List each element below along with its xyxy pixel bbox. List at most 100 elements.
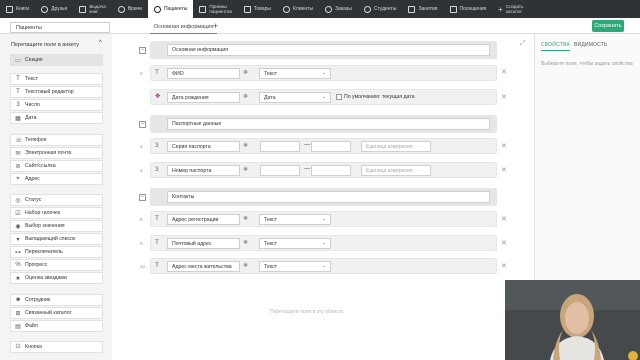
section-name-input[interactable]: Контакты xyxy=(167,191,490,203)
field-name-input[interactable]: ФИО xyxy=(167,68,240,79)
delete-icon[interactable]: ✕ xyxy=(501,68,507,76)
delete-icon[interactable]: ✕ xyxy=(501,93,507,101)
field-type-select[interactable]: Текст ⌄ xyxy=(259,238,331,249)
palette-item-email[interactable]: ✉ Электронная почта xyxy=(10,147,103,159)
field-name-input[interactable]: Серия паспорта xyxy=(167,141,240,152)
palette-item-label: Файл xyxy=(25,323,38,329)
nav-clients[interactable]: Клиенты xyxy=(277,0,319,18)
field-name-input[interactable]: Дата рождения xyxy=(167,92,240,103)
delete-icon[interactable]: ✕ xyxy=(501,262,507,270)
min-value-input[interactable] xyxy=(260,141,300,152)
palette-item-toggle[interactable]: ⊶ Переключатель xyxy=(10,246,103,258)
min-value-input[interactable] xyxy=(260,165,300,176)
nav-create-catalog[interactable]: + Создать каталог xyxy=(492,0,529,18)
nav-handout[interactable]: Выдача книг xyxy=(73,0,111,18)
field-type-select[interactable]: Текст ⌄ xyxy=(259,68,331,79)
palette-item-dropdown[interactable]: ▾ Выпадающий список xyxy=(10,233,103,245)
palette-item-link[interactable]: ⊘ Сайт/ссылка xyxy=(10,160,103,172)
palette-item-phone[interactable]: ☏ Телефон xyxy=(10,134,103,146)
section-name-input[interactable]: Паспортные данные xyxy=(167,118,490,130)
field-type-value: Текст xyxy=(264,264,278,270)
visits-icon xyxy=(449,5,457,13)
palette-item-linked-catalog[interactable]: ⊞ Связанный каталог xyxy=(10,307,103,319)
required-star-icon[interactable]: ✱ xyxy=(243,262,248,269)
palette-item-button[interactable]: ⏻ Кнопка xyxy=(10,341,103,353)
palette-item-checkboxes[interactable]: ☑ Набор галочек xyxy=(10,207,103,219)
nav-orders[interactable]: Заказы xyxy=(319,0,358,18)
text-icon: T xyxy=(16,76,20,82)
row-number: 10 xyxy=(140,264,146,269)
tab-main-info[interactable]: Основная информация xyxy=(150,23,218,34)
collapse-section-button[interactable]: − xyxy=(139,47,146,54)
nav-handout-label2: книг xyxy=(89,9,99,14)
drag-handle-icon[interactable]: ✥ xyxy=(155,92,160,100)
plus-icon: + xyxy=(498,4,503,14)
delete-icon[interactable]: ✕ xyxy=(501,215,507,223)
nav-students[interactable]: Студенты xyxy=(358,0,403,18)
palette-item-text[interactable]: T Текст xyxy=(10,73,103,85)
chevron-down-icon: ⌄ xyxy=(321,94,326,100)
palette-item-label: Число xyxy=(25,102,40,108)
palette-item-label: Сайт/ссылка xyxy=(25,163,56,169)
max-value-input[interactable] xyxy=(311,165,351,176)
field-name-input[interactable]: Почтовый адрес xyxy=(167,238,240,249)
section-name-input[interactable]: Основная информация xyxy=(167,44,490,56)
nav-appointments[interactable]: Приемы пациентов xyxy=(193,0,237,18)
field-name-input[interactable]: Адрес места жительства xyxy=(167,261,240,272)
required-star-icon[interactable]: ✱ xyxy=(243,142,248,149)
max-value-input[interactable] xyxy=(311,141,351,152)
delete-icon[interactable]: ✕ xyxy=(501,166,507,174)
row-number: 8 xyxy=(140,217,143,222)
save-button[interactable]: Сохранить xyxy=(592,20,624,32)
palette-item-address[interactable]: ⌖ Адрес xyxy=(10,173,103,185)
palette-item-label: Связанный каталог xyxy=(25,310,72,316)
text-icon: T xyxy=(155,215,159,222)
nav-books[interactable]: Книги xyxy=(0,0,35,18)
palette-item-progress[interactable]: % Прогресс xyxy=(10,259,103,271)
palette-item-label: Сотрудник xyxy=(25,297,51,303)
required-star-icon[interactable]: ✱ xyxy=(243,93,248,100)
field-name-input[interactable]: Адрес регистрации xyxy=(167,214,240,225)
nav-goods[interactable]: Товары xyxy=(238,0,277,18)
nav-doctors[interactable]: Врачи xyxy=(112,0,148,18)
field-name-input[interactable]: Номер паспорта xyxy=(167,165,240,176)
unit-input[interactable]: Единица измерения xyxy=(361,141,431,152)
nav-lessons[interactable]: Занятия xyxy=(402,0,443,18)
delete-icon[interactable]: ✕ xyxy=(501,142,507,150)
palette-item-stars[interactable]: ★ Оценка звездами xyxy=(10,272,103,284)
nav-friends[interactable]: Друзья xyxy=(35,0,73,18)
nav-patients[interactable]: Пациенты xyxy=(147,0,194,18)
palette-item-label: Статус xyxy=(25,197,42,203)
field-type-select[interactable]: Текст ⌄ xyxy=(259,261,331,272)
star-icon: ★ xyxy=(15,275,21,282)
palette-item-text-editor[interactable]: T Текстовый редактор xyxy=(10,86,103,98)
collapse-section-button[interactable]: − xyxy=(139,121,146,128)
nav-visits[interactable]: Посещения xyxy=(444,0,493,18)
collapse-chevron-icon[interactable]: ^ xyxy=(99,40,102,46)
required-star-icon[interactable]: ✱ xyxy=(243,239,248,246)
palette-item-status[interactable]: ◎ Статус xyxy=(10,194,103,206)
field-type-select[interactable]: Текст ⌄ xyxy=(259,214,331,225)
palette-item-employee[interactable]: ☻ Сотрудник xyxy=(10,294,103,306)
required-star-icon[interactable]: ✱ xyxy=(243,215,248,222)
tab-properties[interactable]: СВОЙСТВА xyxy=(541,42,570,51)
palette-item-file[interactable]: ▤ Файл xyxy=(10,320,103,332)
unit-input[interactable]: Единица измерения xyxy=(361,165,431,176)
number-icon: 3 xyxy=(16,102,20,108)
required-star-icon[interactable]: ✱ xyxy=(243,69,248,76)
expand-icon[interactable]: ⤢ xyxy=(520,40,526,48)
palette-item-section[interactable]: ▭ Секция xyxy=(10,54,103,66)
palette-item-date[interactable]: ▦ Дата xyxy=(10,112,103,124)
required-star-icon[interactable]: ✱ xyxy=(243,166,248,173)
default-date-label: По умолчанию: текущая дата xyxy=(344,94,415,100)
tab-visibility[interactable]: ВИДИМОСТЬ xyxy=(574,42,608,48)
palette-item-radio[interactable]: ◉ Выбор значения xyxy=(10,220,103,232)
palette-item-number[interactable]: 3 Число xyxy=(10,99,103,111)
field-type-select[interactable]: Дата ⌄ xyxy=(259,92,331,103)
form-name-input[interactable]: Пациенты xyxy=(10,22,110,33)
add-tab-button[interactable]: + xyxy=(213,21,218,32)
default-date-checkbox[interactable] xyxy=(336,94,342,100)
delete-icon[interactable]: ✕ xyxy=(501,239,507,247)
collapse-section-button[interactable]: − xyxy=(139,194,146,201)
radio-icon: ◉ xyxy=(15,223,21,230)
